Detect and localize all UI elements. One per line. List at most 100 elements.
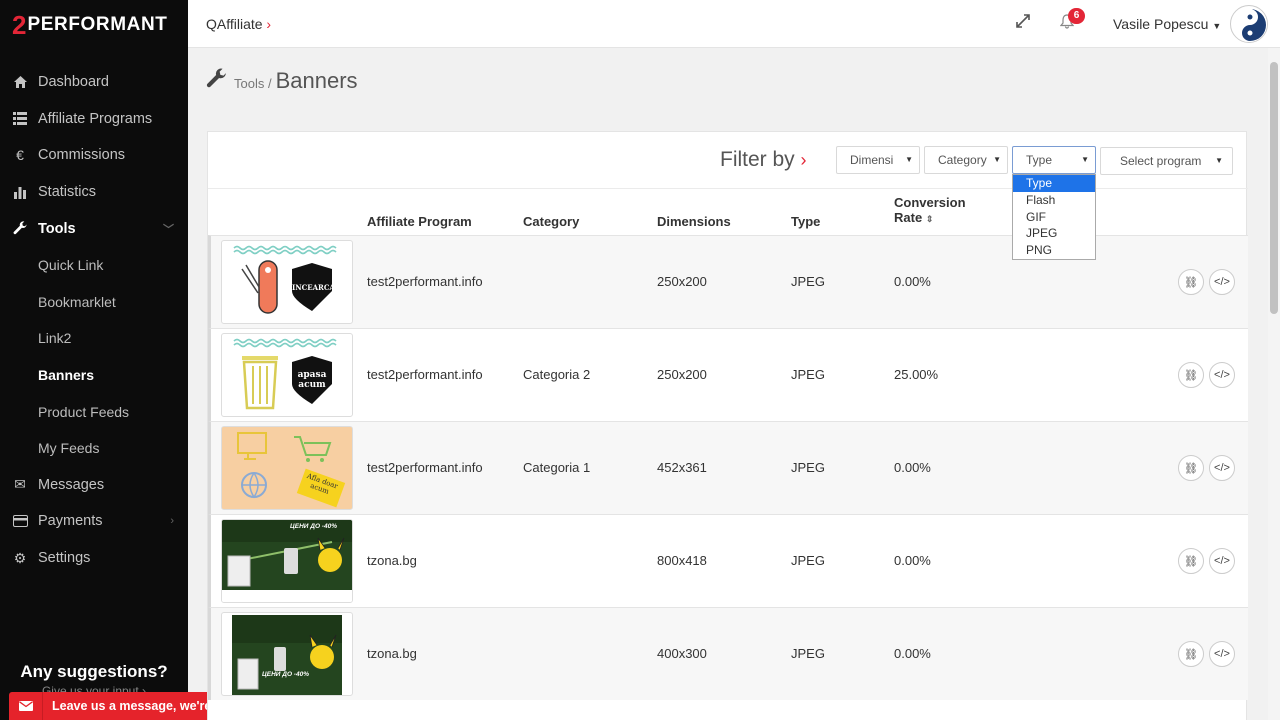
- banner-thumbnail[interactable]: ЦЕНИ ДО -40%: [221, 612, 353, 696]
- bar-chart-icon: [12, 184, 28, 200]
- sidebar-item-quick-link[interactable]: Quick Link: [0, 247, 188, 284]
- scrollbar-thumb[interactable]: [1270, 62, 1278, 314]
- sidebar-item-link2[interactable]: Link2: [0, 320, 188, 357]
- category-select-value: Category: [938, 153, 987, 167]
- banner-thumbnail[interactable]: ЦЕНИ ДО -40%: [221, 519, 353, 603]
- sidebar-nav: Dashboard Affiliate Programs € Commissio…: [0, 64, 188, 576]
- sidebar-item-label: Commissions: [38, 147, 126, 164]
- logo[interactable]: 2 PERFORMANT: [12, 12, 168, 38]
- sidebar-item-banners[interactable]: Banners: [0, 357, 188, 394]
- chevron-down-icon: ﹀: [163, 223, 174, 236]
- link-icon[interactable]: ⛓: [1178, 455, 1204, 481]
- filter-by-label: Filter by ›: [720, 148, 807, 172]
- table-row: ЦЕНИ ДО -40% tzona.bg 400x300 JPEG 0.00%…: [208, 607, 1248, 700]
- cell-program: tzona.bg: [367, 646, 417, 661]
- sidebar-item-statistics[interactable]: Statistics: [0, 174, 188, 211]
- program-select[interactable]: Select program ▼: [1100, 147, 1233, 175]
- page-title-text: Banners: [275, 68, 358, 93]
- expand-icon[interactable]: [1016, 14, 1030, 32]
- avatar[interactable]: [1230, 5, 1268, 43]
- banner-thumbnail[interactable]: INCEARCA: [221, 240, 353, 324]
- logo-number: 2: [12, 10, 27, 40]
- link-icon[interactable]: ⛓: [1178, 362, 1204, 388]
- sidebar-item-label: Statistics: [38, 184, 97, 201]
- cell-dimensions: 400x300: [657, 646, 707, 661]
- category-select[interactable]: Category ▼: [924, 146, 1008, 174]
- link-icon[interactable]: ⛓: [1178, 269, 1204, 295]
- banners-table: INCEARCA test2performant.info 250x200 JP…: [208, 235, 1248, 700]
- link-icon[interactable]: ⛓: [1178, 548, 1204, 574]
- filter-by-text: Filter by: [720, 148, 795, 171]
- cell-type: JPEG: [791, 460, 825, 475]
- code-icon[interactable]: </>: [1209, 641, 1235, 667]
- breadcrumb-tools[interactable]: Tools /: [234, 76, 272, 91]
- banner-thumbnail-text: ЦЕНИ ДО -40%: [262, 671, 309, 678]
- type-option-jpeg[interactable]: JPEG: [1013, 225, 1095, 242]
- banner-thumbnail[interactable]: Afla doar acum: [221, 426, 353, 510]
- gear-icon: ⚙: [13, 549, 27, 566]
- type-option-png[interactable]: PNG: [1013, 242, 1095, 259]
- code-icon[interactable]: </>: [1209, 269, 1235, 295]
- type-option-gif[interactable]: GIF: [1013, 209, 1095, 226]
- cell-dimensions: 452x361: [657, 460, 707, 475]
- sidebar-item-dashboard[interactable]: Dashboard: [0, 64, 188, 101]
- type-select[interactable]: Type ▼: [1012, 146, 1096, 174]
- cell-program: tzona.bg: [367, 553, 417, 568]
- program-select-placeholder: Select program: [1120, 154, 1202, 168]
- column-conversion-rate[interactable]: Conversion Rate ⇕: [894, 195, 966, 225]
- dimension-select[interactable]: Dimensi ▼: [836, 146, 920, 174]
- credit-card-icon: [12, 513, 28, 529]
- link-icon[interactable]: ⛓: [1178, 641, 1204, 667]
- sidebar-item-label: Payments: [38, 513, 103, 530]
- cell-conversion-rate: 0.00%: [894, 553, 931, 568]
- page-scrollbar[interactable]: [1268, 48, 1280, 720]
- sidebar-item-label: Dashboard: [38, 74, 109, 91]
- type-option-flash[interactable]: Flash: [1013, 192, 1095, 209]
- euro-icon: €: [16, 147, 24, 164]
- suggestions-title: Any suggestions?: [20, 662, 168, 681]
- sidebar-item-product-feeds[interactable]: Product Feeds: [0, 393, 188, 430]
- cell-conversion-rate: 0.00%: [894, 274, 931, 289]
- sidebar-item-payments[interactable]: Payments ›: [0, 503, 188, 540]
- page-title: Tools / Banners: [206, 66, 358, 94]
- cell-category: Categoria 2: [523, 367, 591, 382]
- caret-down-icon: ▼: [905, 155, 913, 164]
- sidebar-item-tools[interactable]: Tools ﹀: [0, 210, 188, 247]
- cell-dimensions: 800x418: [657, 553, 707, 568]
- sidebar-item-bookmarklet[interactable]: Bookmarklet: [0, 284, 188, 321]
- banners-card: Filter by › Dimensi ▼ Category ▼ Type ▼ …: [207, 131, 1248, 720]
- code-icon[interactable]: </>: [1209, 455, 1235, 481]
- table-row: Afla doar acum test2performant.info Cate…: [208, 421, 1248, 514]
- header-breadcrumb[interactable]: QAffiliate ›: [206, 16, 271, 32]
- cell-program: test2performant.info: [367, 367, 483, 382]
- banner-thumbnail[interactable]: apasa acum: [221, 333, 353, 417]
- sidebar-item-label: Affiliate Programs: [38, 110, 153, 127]
- sidebar-item-my-feeds[interactable]: My Feeds: [0, 430, 188, 467]
- cell-type: JPEG: [791, 274, 825, 289]
- banner-thumbnail-text: INCEARCA: [292, 283, 335, 292]
- list-icon: [12, 111, 28, 127]
- sidebar-item-label: Messages: [38, 476, 105, 493]
- sidebar-item-affiliate-programs[interactable]: Affiliate Programs: [0, 101, 188, 138]
- type-option-type[interactable]: Type: [1013, 175, 1095, 192]
- user-menu[interactable]: Vasile Popescu ▼: [1113, 16, 1221, 32]
- sidebar-item-commissions[interactable]: € Commissions: [0, 137, 188, 174]
- cell-program: test2performant.info: [367, 460, 483, 475]
- sort-icon: ⇕: [925, 214, 934, 224]
- cell-dimensions: 250x200: [657, 367, 707, 382]
- sidebar-item-messages[interactable]: ✉ Messages: [0, 467, 188, 504]
- code-icon[interactable]: </>: [1209, 548, 1235, 574]
- sidebar-item-settings[interactable]: ⚙ Settings: [0, 540, 188, 577]
- type-select-value: Type: [1026, 153, 1053, 167]
- cell-type: JPEG: [791, 646, 825, 661]
- cell-program: test2performant.info: [367, 274, 483, 289]
- logo-word: PERFORMANT: [27, 14, 168, 35]
- top-header: QAffiliate › 6 Vasile Popescu ▼: [188, 0, 1280, 48]
- table-row: apasa acum test2performant.info Categori…: [208, 328, 1248, 421]
- code-icon[interactable]: </>: [1209, 362, 1235, 388]
- cell-conversion-rate: 0.00%: [894, 460, 931, 475]
- banner-thumbnail-text: apasa acum: [297, 370, 327, 390]
- dimension-select-value: Dimensi: [850, 153, 894, 167]
- caret-down-icon: ▼: [1215, 156, 1223, 165]
- chevron-right-icon: ›: [262, 16, 272, 32]
